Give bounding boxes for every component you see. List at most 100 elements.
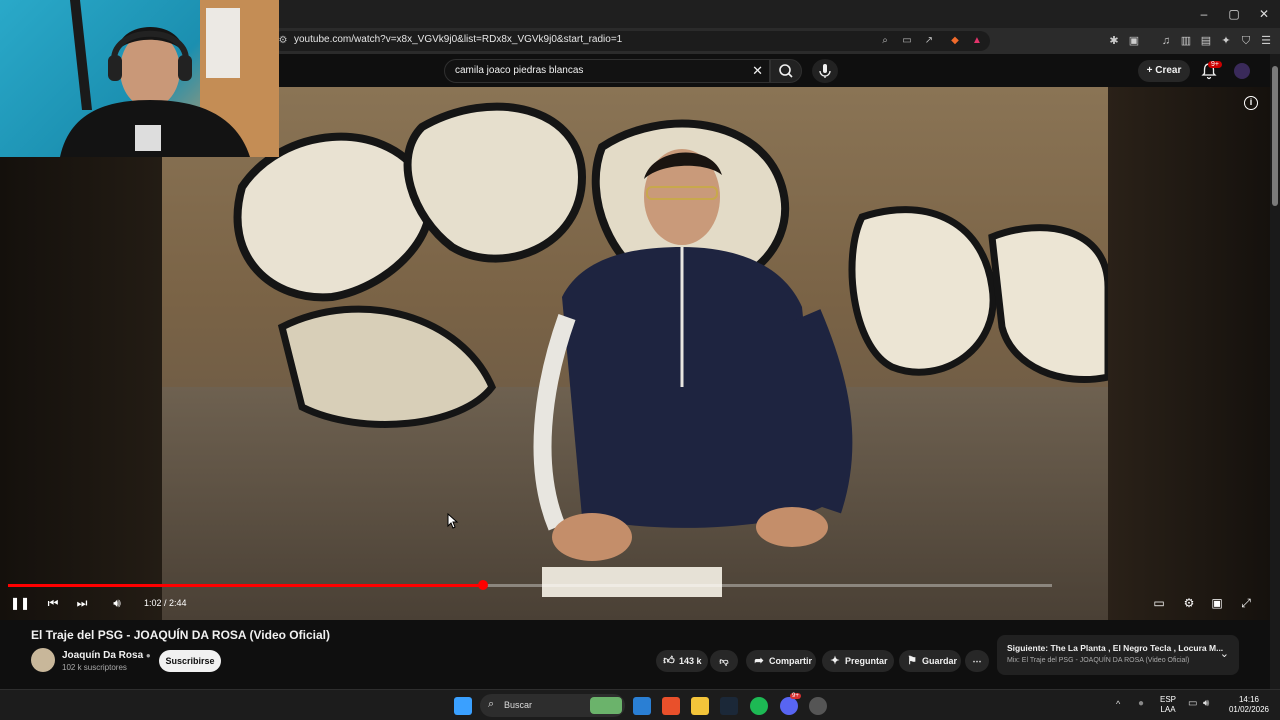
mouse-cursor-icon <box>447 513 459 529</box>
scrollbar-thumb[interactable] <box>1272 66 1278 206</box>
more-icon: ⋯ <box>972 656 982 666</box>
search-icon <box>779 64 793 78</box>
ask-label: Preguntar <box>845 656 888 666</box>
keyboard-layout: LAA <box>1160 705 1176 714</box>
voice-search-button[interactable] <box>812 59 838 83</box>
graffiti-wall-scene <box>233 102 1108 597</box>
clock[interactable]: 14:16 01/02/2026 <box>1224 695 1274 715</box>
fullscreen-button[interactable]: ⤢ <box>1237 595 1255 611</box>
brave-rewards-icon[interactable]: ▲ <box>970 34 984 48</box>
zoom-icon[interactable]: ⌕ <box>878 34 892 48</box>
dislike-button[interactable]: 👎︎ <box>710 650 738 672</box>
clock-date: 01/02/2026 <box>1228 705 1270 714</box>
search-input[interactable]: camila joaco piedras blancas ✕ <box>444 59 770 83</box>
thumbs-up-icon: 👍︎ <box>663 655 675 667</box>
channel-name-text[interactable]: Joaquín Da Rosa <box>62 650 143 661</box>
ask-button[interactable]: ✦ Preguntar <box>822 650 894 672</box>
info-icon[interactable]: i <box>1244 96 1258 110</box>
like-button[interactable]: 👍︎ 143 k <box>656 650 708 672</box>
extensions-icon[interactable]: ✱ <box>1106 33 1122 49</box>
more-actions-button[interactable]: ⋯ <box>965 650 989 672</box>
notification-badge: 9+ <box>1208 61 1222 68</box>
brave-browser-icon[interactable] <box>662 697 680 715</box>
file-explorer-icon[interactable] <box>691 697 709 715</box>
media-icon[interactable]: ♫ <box>1158 33 1174 49</box>
channel-avatar[interactable] <box>31 648 55 672</box>
up-next-subtitle: Mix: El Traje del PSG - JOAQUÍN DA ROSA … <box>1007 657 1190 664</box>
share-button[interactable]: ➦ Compartir <box>746 650 816 672</box>
create-button[interactable]: + Crear <box>1138 60 1190 82</box>
taskbar-search[interactable]: ⌕ Buscar <box>480 694 625 717</box>
wallet-2-icon[interactable]: ▤ <box>1198 33 1214 49</box>
channel-name[interactable]: Joaquín Da Rosa ● <box>62 650 151 661</box>
thumbs-down-icon: 👎︎ <box>719 656 729 666</box>
search-value[interactable]: camila joaco piedras blancas <box>455 65 583 76</box>
progress-bar[interactable] <box>8 580 1052 590</box>
video-player[interactable] <box>0 87 1270 620</box>
volume-button[interactable]: 🔊︎ <box>108 595 126 611</box>
share-icon: ➦ <box>754 655 764 667</box>
share-label: Compartir <box>769 656 813 666</box>
time-display: 1:02 / 2:44 <box>144 598 187 608</box>
save-label: Guardar <box>922 656 958 666</box>
progress-played <box>8 584 484 587</box>
subscribe-button[interactable]: Suscribirse <box>159 650 221 672</box>
wallet-icon[interactable]: ▣ <box>1126 33 1142 49</box>
sidebar-icon[interactable]: ▥ <box>1178 33 1194 49</box>
previous-button[interactable]: ⏮ <box>44 595 62 611</box>
task-view-icon[interactable] <box>633 697 651 715</box>
minimize-button[interactable]: – <box>1190 4 1218 24</box>
menu-icon[interactable]: ☰ <box>1258 33 1274 49</box>
search-icon: ⌕ <box>488 698 495 710</box>
obs-icon[interactable] <box>809 697 827 715</box>
up-next-card[interactable]: Siguiente: The La Planta , El Negro Tecl… <box>997 635 1239 675</box>
page-scrollbar[interactable] <box>1270 54 1280 689</box>
create-label: Crear <box>1155 65 1182 76</box>
settings-gear-icon[interactable]: ⚙ <box>1180 595 1198 611</box>
leo-ai-icon[interactable]: ✦ <box>1218 33 1234 49</box>
windows-taskbar: ⌕ Buscar 9+ ^ ● ESP LAA ▭ 🔊︎ 14:16 01/02… <box>0 689 1280 720</box>
streamer-camera-image <box>60 0 279 157</box>
video-title: El Traje del PSG - JOAQUÍN DA ROSA (Vide… <box>31 628 330 642</box>
taskbar-search-placeholder: Buscar <box>504 700 533 710</box>
search-button[interactable] <box>770 59 802 83</box>
save-button[interactable]: ⚑ Guardar <box>899 650 961 672</box>
close-window-button[interactable]: ✕ <box>1250 4 1278 24</box>
vpn-icon[interactable]: ⛉ <box>1238 33 1254 49</box>
cast-icon[interactable]: ▭ <box>900 34 914 48</box>
speaker-icon[interactable]: 🔊︎ <box>1203 698 1209 709</box>
windows-start-icon[interactable] <box>454 697 472 715</box>
subscriber-count: 102 k suscriptores <box>62 663 127 672</box>
chevron-down-icon[interactable]: ⌄ <box>1220 647 1229 660</box>
progress-scrubber[interactable] <box>478 580 489 590</box>
maximize-button[interactable]: ▢ <box>1220 4 1248 24</box>
clock-time: 14:16 <box>1238 695 1260 704</box>
pause-button[interactable]: ❚❚ <box>10 595 30 611</box>
brave-shields-icon[interactable]: ◆ <box>948 34 962 48</box>
microphone-icon <box>819 64 831 78</box>
sparkle-icon: ✦ <box>830 655 840 667</box>
miniplayer-button[interactable]: ▣ <box>1208 595 1226 611</box>
discord-badge: 9+ <box>790 693 801 699</box>
verified-icon: ● <box>145 651 151 660</box>
account-avatar[interactable] <box>1234 63 1250 79</box>
clear-search-icon[interactable]: ✕ <box>752 63 763 79</box>
steam-icon[interactable] <box>720 697 738 715</box>
language-indicator[interactable]: ESP LAA <box>1158 695 1178 715</box>
next-button[interactable]: ⏭ <box>73 595 91 611</box>
discord-icon[interactable] <box>780 697 798 715</box>
share-page-icon[interactable]: ↗ <box>922 34 936 48</box>
network-icon[interactable]: ▭ <box>1188 698 1197 709</box>
like-count: 143 k <box>679 656 702 666</box>
video-frame[interactable] <box>162 87 1108 620</box>
tray-chevron-icon[interactable]: ^ <box>1116 699 1120 709</box>
ambient-glow-right <box>1108 87 1270 620</box>
address-bar[interactable]: ⚙ youtube.com/watch?v=x8x_VGVk9j0&list=R… <box>272 31 990 51</box>
plus-icon: + <box>1146 65 1156 76</box>
url-text[interactable]: youtube.com/watch?v=x8x_VGVk9j0&list=RDx… <box>294 34 622 45</box>
spotify-icon[interactable] <box>750 697 768 715</box>
ambient-glow-left <box>0 87 162 620</box>
up-next-title: Siguiente: The La Planta , El Negro Tecl… <box>1007 643 1224 653</box>
subtitles-button[interactable]: ▭ <box>1150 595 1168 611</box>
mic-tray-icon[interactable]: ● <box>1138 698 1144 709</box>
